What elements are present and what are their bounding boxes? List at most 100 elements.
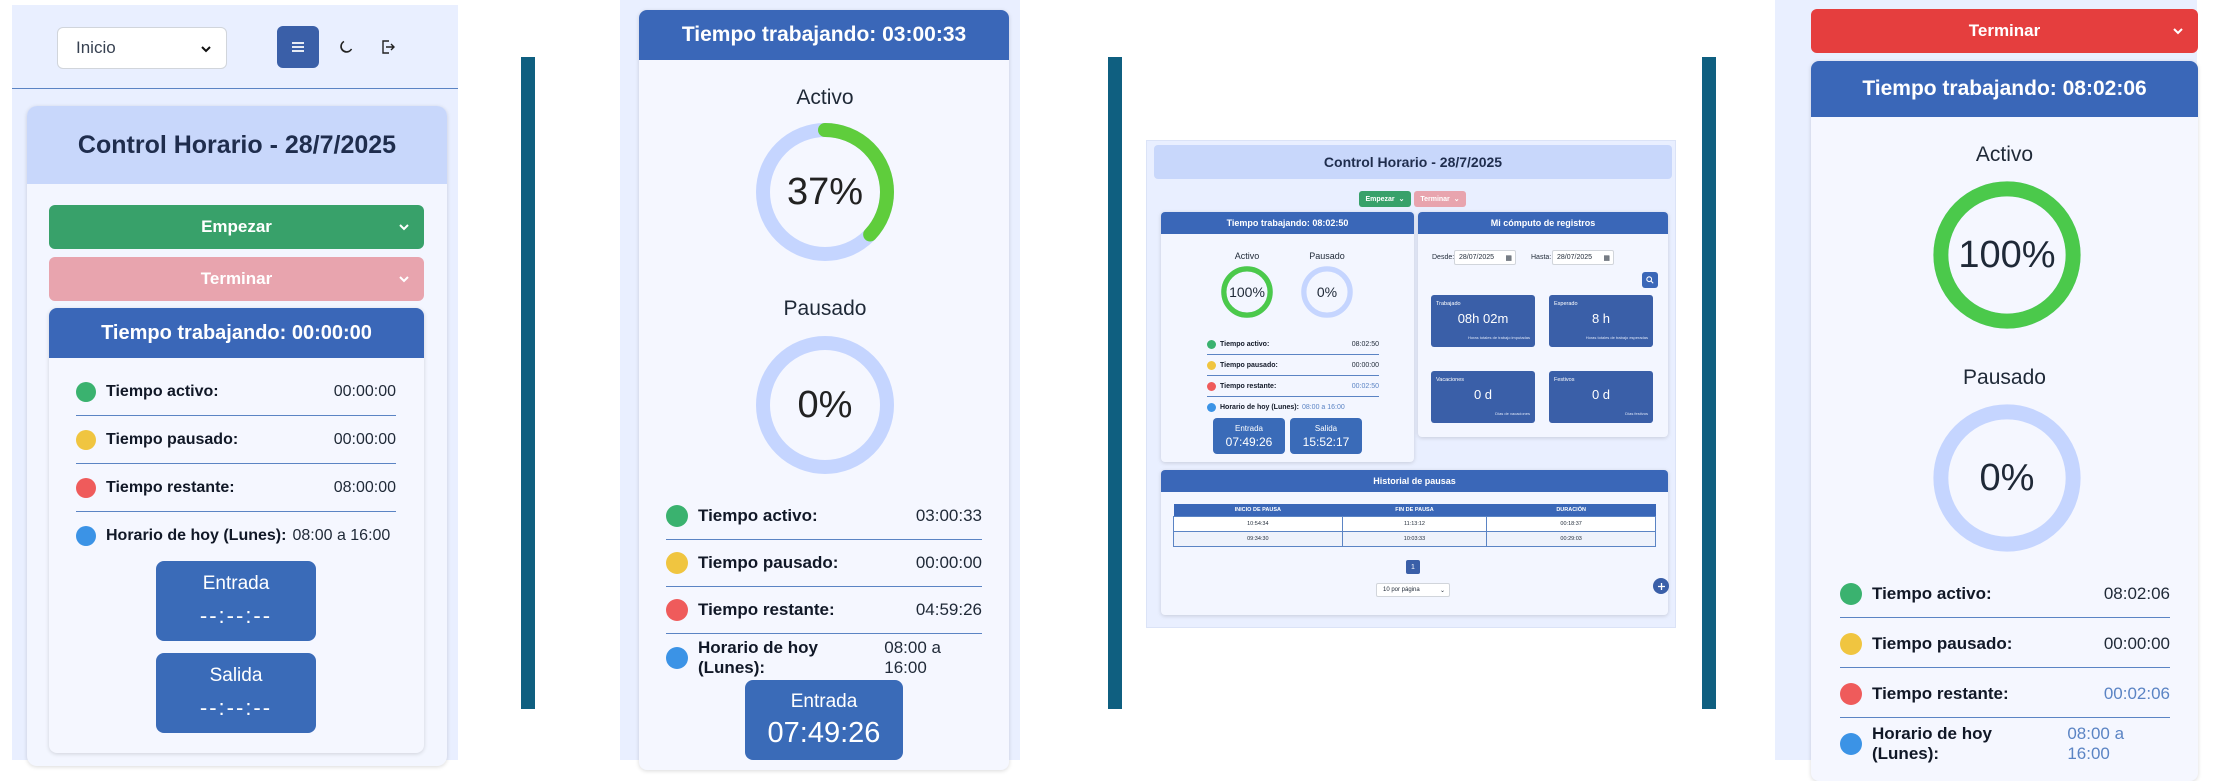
stat-title: Trabajado: [1436, 301, 1461, 307]
row-label: Horario de hoy (Lunes):: [698, 637, 818, 677]
stat-subtitle: Días festivos: [1625, 411, 1648, 416]
page-select[interactable]: Inicio: [57, 27, 227, 69]
work-header-label: Tiempo trabajando: 03:00:33: [681, 23, 967, 46]
row-value: 00:00:00: [915, 553, 982, 572]
end-button-label: Terminar: [1968, 21, 2041, 40]
chevron-down-icon: [2173, 28, 2183, 35]
exit-time: 15:52:17: [1302, 434, 1350, 449]
end-button[interactable]: Terminar ⌄: [1414, 191, 1466, 207]
row-label: Tiempo pausado:: [1220, 361, 1278, 369]
start-button-label: Empezar: [201, 217, 272, 236]
theme-toggle-button[interactable]: [325, 26, 367, 68]
row-active: Tiempo activo: 03:00:33: [666, 493, 982, 540]
stat-vacation: Vacaciones 0 d Días de vacaciones: [1431, 371, 1535, 423]
row-value: 00:00:00: [2103, 633, 2170, 653]
paused-pct: 0%: [797, 383, 853, 426]
active-pct: 100%: [1229, 284, 1265, 300]
row-value: 08:02:50: [1351, 340, 1379, 348]
stat-subtitle: Horas totales de trabajo esperadas: [1585, 335, 1648, 340]
end-button[interactable]: Terminar: [49, 257, 424, 301]
search-button[interactable]: [1642, 272, 1658, 288]
active-pct: 37%: [786, 170, 864, 213]
exit-box: Salida 15:52:17: [1290, 418, 1362, 454]
divider: [1108, 57, 1122, 709]
pause-table: INICIO DE PAUSA FIN DE PAUSA DURACIÓN 10…: [1173, 504, 1656, 547]
search-icon: [1646, 276, 1654, 284]
row-paused: Tiempo pausado: 00:00:00: [666, 540, 982, 587]
plus-icon: [1657, 582, 1665, 590]
work-header-label: Tiempo trabajando: 08:02:50: [1226, 218, 1349, 228]
menu-button[interactable]: [277, 26, 319, 68]
blue-dot-icon: [666, 646, 688, 669]
from-date-input[interactable]: 28/07/2025 ▦: [1454, 250, 1516, 265]
stat-value: 8 h: [1591, 311, 1611, 326]
row-paused: Tiempo pausado: 00:00:00: [1207, 355, 1379, 376]
active-pct: 100%: [1958, 233, 2056, 276]
stat-value: 0 d: [1591, 387, 1611, 402]
table-cell: 00:18:37: [1486, 515, 1656, 532]
end-button[interactable]: Terminar: [1811, 9, 2198, 53]
page-title-bar: Control Horario - 28/7/2025: [1154, 145, 1672, 179]
panel-1: Inicio Control Horario - 28/7/2025 Empez…: [12, 5, 458, 766]
row-schedule: Horario de hoy (Lunes): 08:00 a 16:00: [666, 634, 982, 681]
entry-label: Entrada: [790, 690, 858, 712]
red-dot-icon: [76, 477, 96, 498]
table-header-row: INICIO DE PAUSA FIN DE PAUSA DURACIÓN: [1173, 504, 1656, 516]
yellow-dot-icon: [76, 429, 96, 450]
blue-dot-icon: [1207, 403, 1216, 412]
exit-box: Salida --:--:--: [156, 653, 316, 733]
row-value: 04:59:26: [915, 600, 982, 619]
table-cell: 10:54:34: [1173, 515, 1343, 532]
blue-dot-icon: [1840, 733, 1862, 755]
work-header: Tiempo trabajando: 08:02:50: [1161, 212, 1414, 234]
stat-title: Esperado: [1554, 301, 1578, 307]
start-button[interactable]: Empezar ⌄: [1359, 191, 1411, 207]
pause-history-header: Historial de pausas: [1161, 470, 1668, 492]
page-title: Control Horario - 28/7/2025: [1323, 154, 1503, 170]
from-date-value: 28/07/2025: [1459, 254, 1495, 261]
calendar-icon: ▦: [1603, 254, 1610, 262]
row-label: Tiempo activo:: [1220, 340, 1270, 348]
chevron-down-icon: ⌄: [1453, 196, 1460, 203]
page-select-value: Inicio: [76, 38, 116, 57]
pagination-page-1[interactable]: 1: [1406, 560, 1420, 574]
row-remaining: Tiempo restante: 08:00:00: [76, 464, 396, 512]
to-date-input[interactable]: 28/07/2025 ▦: [1552, 250, 1614, 265]
row-remaining: Tiempo restante: 00:02:06: [1840, 670, 2170, 718]
stat-title: Vacaciones: [1436, 377, 1465, 383]
per-page-select[interactable]: 10 por página ⌄: [1376, 583, 1450, 597]
yellow-dot-icon: [1840, 632, 1862, 655]
row-active: Tiempo activo: 08:02:06: [1840, 570, 2170, 618]
work-header: Tiempo trabajando: 08:02:06: [1811, 61, 2198, 117]
row-active: Tiempo activo: 08:02:50: [1207, 334, 1379, 355]
row-label: Tiempo pausado:: [698, 553, 839, 572]
stat-subtitle: Días de vacaciones: [1495, 411, 1530, 416]
start-button[interactable]: Empezar: [49, 205, 424, 249]
page-title-bar: Control Horario - 28/7/2025: [27, 106, 447, 184]
row-value: 00:00:00: [333, 430, 396, 448]
panel-3: Control Horario - 28/7/2025 Empezar ⌄ Ter…: [1146, 140, 1676, 628]
green-dot-icon: [666, 505, 688, 527]
row-value: 00:02:06: [2103, 683, 2170, 703]
logout-button[interactable]: [367, 26, 409, 68]
divider: [521, 57, 535, 709]
red-dot-icon: [666, 599, 688, 621]
row-active: Tiempo activo: 00:00:00: [76, 368, 396, 416]
row-value: 00:00:00: [333, 382, 396, 400]
row-label: Horario de hoy (Lunes):: [1872, 724, 1992, 763]
stat-expected: Esperado 8 h Horas totales de trabajo es…: [1549, 295, 1653, 347]
to-date-value: 28/07/2025: [1557, 254, 1593, 261]
work-header-label: Tiempo trabajando: 00:00:00: [101, 321, 372, 344]
add-button[interactable]: [1653, 578, 1669, 594]
exit-label: Salida: [1314, 423, 1338, 433]
start-button-label: Empezar: [1365, 195, 1395, 203]
stat-holidays: Festivos 0 d Días festivos: [1549, 371, 1653, 423]
table-cell: 09:34:30: [1173, 530, 1343, 547]
row-paused: Tiempo pausado: 00:00:00: [1840, 620, 2170, 668]
chevron-down-icon: [399, 276, 409, 283]
logout-icon: [382, 40, 395, 54]
row-value: 00:02:50: [1351, 382, 1379, 390]
chevron-down-icon: [399, 224, 409, 231]
row-label: Tiempo restante:: [698, 600, 835, 619]
red-dot-icon: [1207, 381, 1216, 391]
